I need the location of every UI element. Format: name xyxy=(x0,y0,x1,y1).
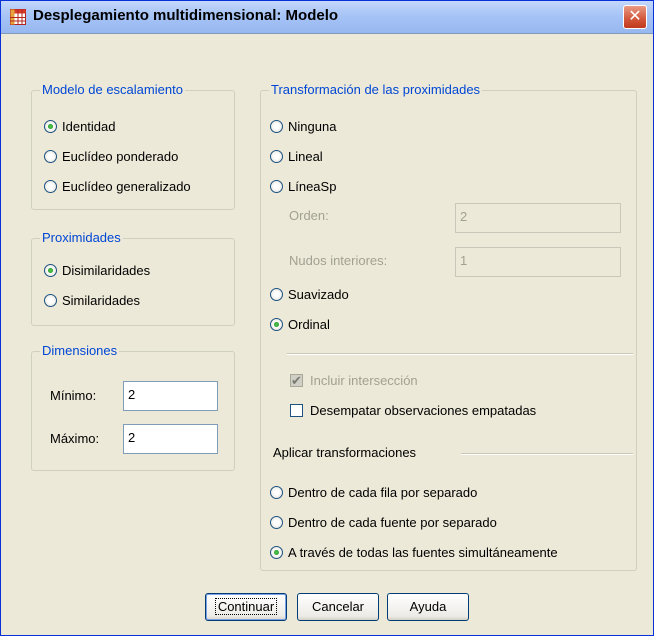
radio-label: Euclídeo generalizado xyxy=(62,179,191,194)
radio-button[interactable] xyxy=(270,288,283,301)
checkbox[interactable] xyxy=(290,372,303,390)
radio-label: Dentro de cada fuente por separado xyxy=(288,515,497,530)
proximidades-group: Proximidades Disimilaridades Similaridad… xyxy=(31,230,235,326)
window-title: Desplegamiento multidimensional: Modelo xyxy=(33,7,339,24)
checkbox[interactable] xyxy=(290,404,303,417)
minimo-label: Mínimo: xyxy=(50,388,97,403)
orden-label: Orden: xyxy=(289,208,329,223)
minimo-input[interactable]: 2 xyxy=(123,381,218,411)
radio-button[interactable] xyxy=(44,264,57,277)
transformacion-legend: Transformación de las proximidades xyxy=(269,82,483,97)
radio-button[interactable] xyxy=(44,120,57,133)
close-icon: ✕ xyxy=(628,8,642,25)
radio-button[interactable] xyxy=(270,120,283,133)
nudos-label: Nudos interiores: xyxy=(289,253,388,268)
radio-button[interactable] xyxy=(270,180,283,193)
continuar-button[interactable]: Continuar xyxy=(205,593,287,621)
cancelar-label: Cancelar xyxy=(311,599,365,614)
dimensiones-group: Dimensiones Mínimo: 2 Máximo: 2 xyxy=(31,343,235,471)
radio-label: Ninguna xyxy=(288,119,337,134)
maximo-label: Máximo: xyxy=(50,431,100,446)
nudos-input[interactable]: 1 xyxy=(455,247,621,277)
title-bar[interactable]: Desplegamiento multidimensional: Modelo … xyxy=(1,1,653,34)
radio-label: Ordinal xyxy=(288,317,330,332)
ayuda-button[interactable]: Ayuda xyxy=(387,593,469,621)
ayuda-label: Ayuda xyxy=(409,599,447,614)
cancelar-button[interactable]: Cancelar xyxy=(297,593,379,621)
separator xyxy=(461,453,633,455)
radio-button[interactable] xyxy=(44,294,57,307)
radio-label: LíneaSp xyxy=(288,179,337,194)
radio-button[interactable] xyxy=(270,486,283,499)
radio-label: Dentro de cada fila por separado xyxy=(288,485,478,500)
radio-button[interactable] xyxy=(44,180,57,193)
radio-label: Suavizado xyxy=(288,287,349,302)
radio-button[interactable] xyxy=(270,318,283,331)
dialog-window: Desplegamiento multidimensional: Modelo … xyxy=(0,0,654,636)
radio-label: Euclídeo ponderado xyxy=(62,149,179,164)
radio-label: A través de todas las fuentes simultánea… xyxy=(288,545,558,560)
radio-label: Identidad xyxy=(62,119,116,134)
close-button[interactable]: ✕ xyxy=(623,5,647,29)
checkbox-label: Desempatar observaciones empatadas xyxy=(310,403,537,418)
modelo-legend: Modelo de escalamiento xyxy=(40,82,185,97)
radio-label: Disimilaridades xyxy=(62,263,151,278)
aplicar-label: Aplicar transformaciones xyxy=(273,445,417,460)
radio-button[interactable] xyxy=(270,150,283,163)
radio-label: Lineal xyxy=(288,149,323,164)
radio-button[interactable] xyxy=(44,150,57,163)
continuar-label: Continuar xyxy=(214,598,278,615)
orden-input[interactable]: 2 xyxy=(455,203,621,233)
maximo-input[interactable]: 2 xyxy=(123,424,218,454)
spreadsheet-icon xyxy=(10,9,26,25)
radio-button[interactable] xyxy=(270,516,283,529)
checkbox-label: Incluir intersección xyxy=(310,373,418,388)
modelo-group: Modelo de escalamiento Identidad Euclíde… xyxy=(31,82,235,210)
dimensiones-legend: Dimensiones xyxy=(40,343,120,358)
proximidades-legend: Proximidades xyxy=(40,230,123,245)
transformacion-group: Transformación de las proximidades Ningu… xyxy=(260,82,637,571)
separator xyxy=(287,353,633,355)
radio-label: Similaridades xyxy=(62,293,141,308)
radio-button[interactable] xyxy=(270,546,283,559)
